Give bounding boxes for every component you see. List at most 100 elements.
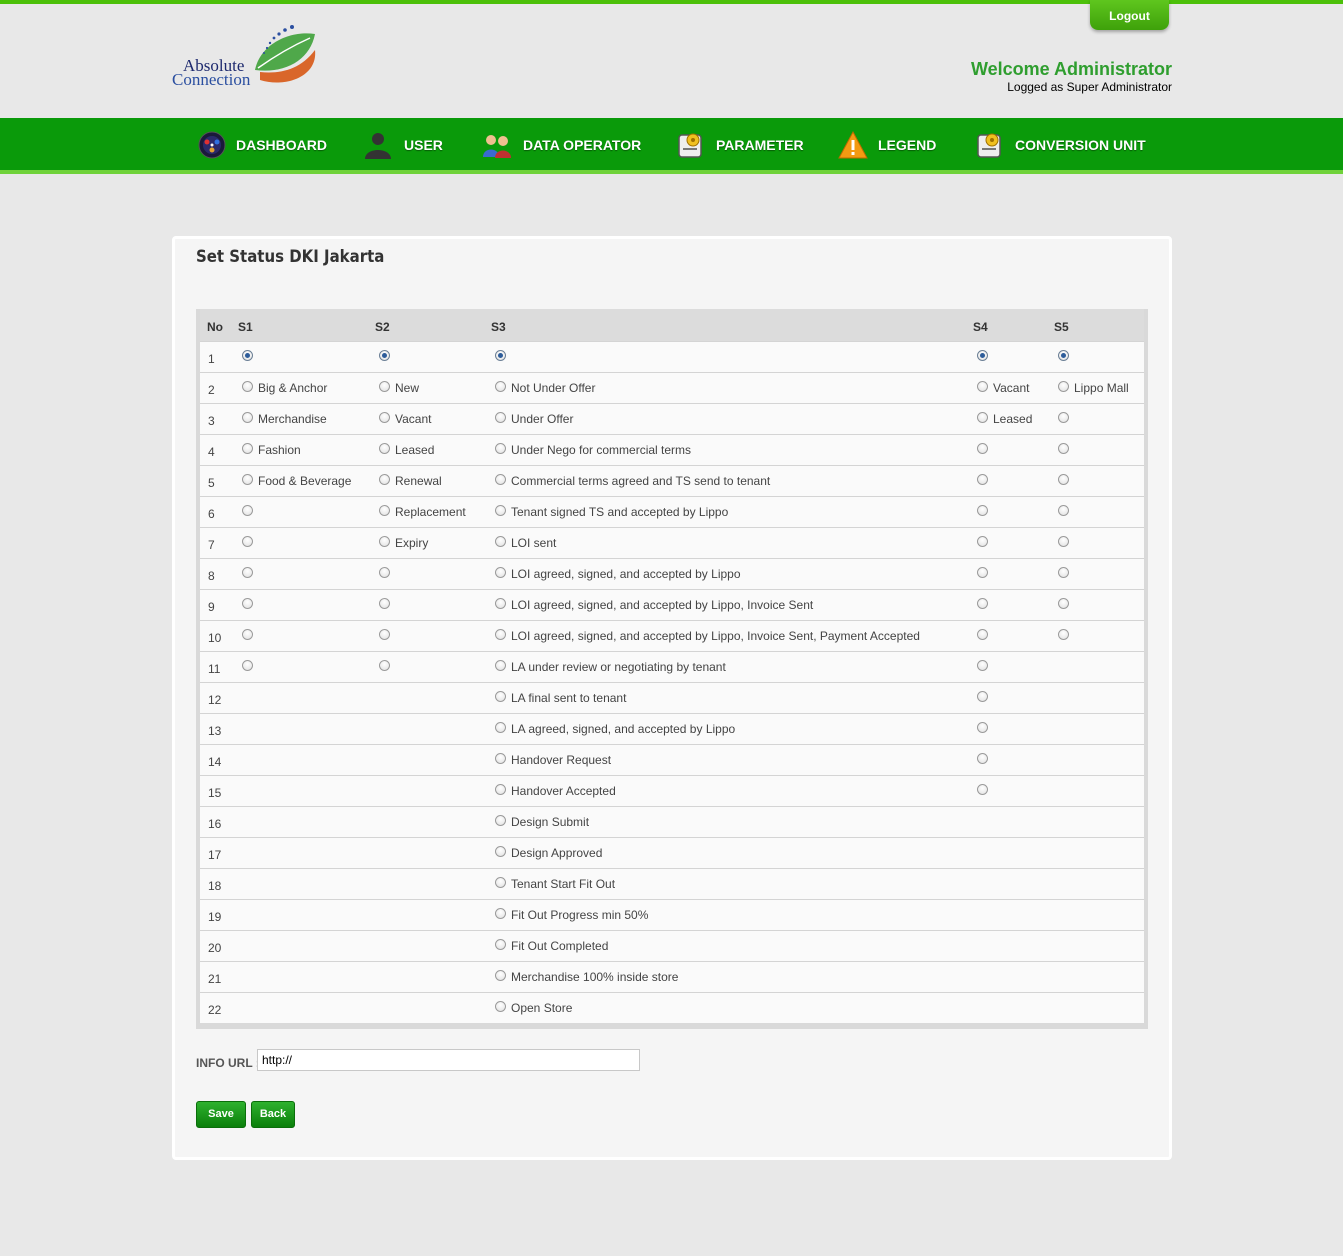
radio-s5[interactable]: [1058, 380, 1069, 392]
info-url-input[interactable]: [257, 1049, 640, 1071]
radio-s2[interactable]: [379, 473, 390, 485]
radio-s4[interactable]: [977, 442, 988, 454]
option-s4[interactable]: [977, 497, 993, 527]
option-s1[interactable]: Fashion: [242, 435, 301, 465]
radio-s3[interactable]: [495, 566, 506, 578]
radio-s3[interactable]: [495, 907, 506, 919]
radio-s2[interactable]: [379, 349, 390, 361]
option-s2[interactable]: Leased: [379, 435, 434, 465]
option-s4[interactable]: [977, 652, 993, 682]
radio-s3[interactable]: [495, 814, 506, 826]
radio-s3[interactable]: [495, 721, 506, 733]
radio-s3[interactable]: [495, 1000, 506, 1012]
radio-s5[interactable]: [1058, 473, 1069, 485]
option-s2[interactable]: Renewal: [379, 466, 442, 496]
radio-s2[interactable]: [379, 597, 390, 609]
radio-s3[interactable]: [495, 535, 506, 547]
option-s2[interactable]: Replacement: [379, 497, 466, 527]
radio-s2[interactable]: [379, 659, 390, 671]
option-s5[interactable]: [1058, 559, 1074, 589]
radio-s3[interactable]: [495, 659, 506, 671]
option-s1[interactable]: [242, 528, 258, 558]
option-s1[interactable]: Big & Anchor: [242, 373, 327, 403]
radio-s1[interactable]: [242, 473, 253, 485]
radio-s4[interactable]: [977, 566, 988, 578]
radio-s3[interactable]: [495, 411, 506, 423]
radio-s4[interactable]: [977, 380, 988, 392]
radio-s2[interactable]: [379, 504, 390, 516]
option-s5[interactable]: [1058, 435, 1074, 465]
radio-s4[interactable]: [977, 597, 988, 609]
radio-s1[interactable]: [242, 628, 253, 640]
option-s3[interactable]: Open Store: [495, 993, 572, 1023]
radio-s5[interactable]: [1058, 628, 1069, 640]
radio-s4[interactable]: [977, 535, 988, 547]
radio-s1[interactable]: [242, 566, 253, 578]
radio-s2[interactable]: [379, 628, 390, 640]
radio-s2[interactable]: [379, 442, 390, 454]
nav-data-operator[interactable]: DATA OPERATOR: [481, 118, 641, 172]
option-s3[interactable]: Merchandise 100% inside store: [495, 962, 678, 992]
option-s3[interactable]: LOI agreed, signed, and accepted by Lipp…: [495, 590, 813, 620]
option-s5[interactable]: [1058, 342, 1074, 372]
option-s4[interactable]: [977, 621, 993, 651]
nav-user[interactable]: USER: [362, 118, 443, 172]
radio-s4[interactable]: [977, 349, 988, 361]
radio-s3[interactable]: [495, 845, 506, 857]
radio-s3[interactable]: [495, 349, 506, 361]
radio-s3[interactable]: [495, 628, 506, 640]
option-s3[interactable]: LOI agreed, signed, and accepted by Lipp…: [495, 621, 920, 651]
radio-s2[interactable]: [379, 411, 390, 423]
option-s5[interactable]: [1058, 497, 1074, 527]
radio-s4[interactable]: [977, 690, 988, 702]
back-button[interactable]: Back: [251, 1101, 295, 1128]
option-s2[interactable]: Vacant: [379, 404, 431, 434]
option-s3[interactable]: LA final sent to tenant: [495, 683, 626, 713]
save-button[interactable]: Save: [196, 1101, 246, 1128]
option-s1[interactable]: [242, 342, 258, 372]
radio-s4[interactable]: [977, 411, 988, 423]
radio-s1[interactable]: [242, 535, 253, 547]
radio-s3[interactable]: [495, 783, 506, 795]
radio-s1[interactable]: [242, 597, 253, 609]
option-s1[interactable]: Food & Beverage: [242, 466, 351, 496]
option-s2[interactable]: New: [379, 373, 419, 403]
radio-s3[interactable]: [495, 876, 506, 888]
option-s3[interactable]: LOI agreed, signed, and accepted by Lipp…: [495, 559, 741, 589]
option-s4[interactable]: [977, 435, 993, 465]
option-s2[interactable]: [379, 342, 395, 372]
option-s4[interactable]: [977, 528, 993, 558]
option-s5[interactable]: [1058, 528, 1074, 558]
option-s1[interactable]: [242, 497, 258, 527]
radio-s5[interactable]: [1058, 504, 1069, 516]
nav-dashboard[interactable]: DASHBOARD: [198, 118, 327, 172]
option-s3[interactable]: Design Submit: [495, 807, 589, 837]
option-s3[interactable]: LA agreed, signed, and accepted by Lippo: [495, 714, 735, 744]
radio-s1[interactable]: [242, 442, 253, 454]
radio-s4[interactable]: [977, 628, 988, 640]
option-s2[interactable]: [379, 621, 395, 651]
radio-s2[interactable]: [379, 566, 390, 578]
radio-s4[interactable]: [977, 721, 988, 733]
option-s3[interactable]: Tenant signed TS and accepted by Lippo: [495, 497, 728, 527]
option-s3[interactable]: Handover Request: [495, 745, 611, 775]
nav-parameter[interactable]: PARAMETER: [676, 118, 804, 172]
radio-s1[interactable]: [242, 349, 253, 361]
radio-s3[interactable]: [495, 969, 506, 981]
option-s2[interactable]: [379, 559, 395, 589]
radio-s5[interactable]: [1058, 349, 1069, 361]
option-s5[interactable]: [1058, 404, 1074, 434]
radio-s2[interactable]: [379, 380, 390, 392]
radio-s3[interactable]: [495, 690, 506, 702]
option-s3[interactable]: [495, 342, 511, 372]
radio-s5[interactable]: [1058, 442, 1069, 454]
radio-s5[interactable]: [1058, 566, 1069, 578]
logout-button[interactable]: Logout: [1090, 0, 1169, 30]
radio-s3[interactable]: [495, 442, 506, 454]
option-s4[interactable]: [977, 776, 993, 806]
option-s5[interactable]: Lippo Mall: [1058, 373, 1129, 403]
option-s3[interactable]: Handover Accepted: [495, 776, 616, 806]
option-s3[interactable]: Tenant Start Fit Out: [495, 869, 615, 899]
nav-conversion-unit[interactable]: CONVERSION UNIT: [975, 118, 1146, 172]
radio-s3[interactable]: [495, 752, 506, 764]
